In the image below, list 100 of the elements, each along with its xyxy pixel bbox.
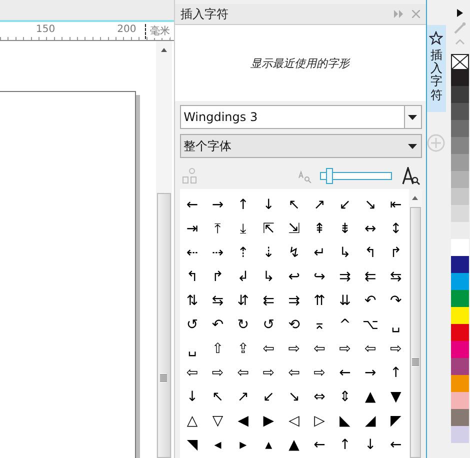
glyph-cell[interactable]: ⇦: [230, 361, 256, 385]
scroll-thumb[interactable]: [410, 207, 421, 458]
glyph-cell[interactable]: ↗: [306, 193, 332, 217]
glyph-cell[interactable]: ↘: [281, 385, 307, 409]
glyph-cell[interactable]: ↙: [332, 193, 358, 217]
scroll-thumb[interactable]: [156, 193, 171, 458]
glyph-cell[interactable]: ⇨: [281, 337, 307, 361]
glyph-cell[interactable]: ◤: [383, 409, 409, 433]
color-swatch[interactable]: [450, 375, 469, 392]
glyph-cell[interactable]: ←: [383, 433, 409, 457]
slider-thumb[interactable]: [326, 168, 333, 184]
glyph-cell[interactable]: ⇇: [358, 265, 384, 289]
subset-dropdown[interactable]: 整个字体: [180, 134, 422, 158]
double-arrow-icon[interactable]: [394, 10, 404, 18]
glyph-cell[interactable]: ⇦: [306, 337, 332, 361]
color-swatch[interactable]: [450, 239, 469, 256]
glyph-scrollbar[interactable]: [408, 189, 422, 458]
glyph-cell[interactable]: ⇤: [383, 193, 409, 217]
glyph-cell[interactable]: ↖: [281, 193, 307, 217]
glyph-cell[interactable]: ⇞: [306, 217, 332, 241]
glyph-cell[interactable]: ↱: [383, 241, 409, 265]
glyph-cell[interactable]: ▼: [383, 385, 409, 409]
glyph-cell[interactable]: ↳: [332, 241, 358, 265]
glyph-cell[interactable]: ↓: [180, 385, 205, 409]
color-swatch[interactable]: [450, 154, 469, 171]
glyph-layout-icon[interactable]: [182, 168, 198, 184]
color-swatch[interactable]: [450, 188, 469, 205]
add-icon[interactable]: [427, 134, 446, 152]
glyph-cell[interactable]: ⌥: [358, 313, 384, 337]
glyph-cell[interactable]: ⇆: [205, 289, 230, 313]
glyph-cell[interactable]: →: [358, 361, 384, 385]
glyph-cell[interactable]: ⇦: [358, 337, 384, 361]
glyph-cell[interactable]: ↻: [230, 313, 256, 337]
glyph-cell[interactable]: ↶: [358, 289, 384, 313]
color-swatch[interactable]: [450, 171, 469, 188]
glyph-cell[interactable]: ↺: [256, 313, 282, 337]
glyph-cell[interactable]: ▲: [358, 385, 384, 409]
color-swatch[interactable]: [450, 392, 469, 409]
glyph-cell[interactable]: ⇦: [180, 361, 205, 385]
glyph-cell[interactable]: →: [205, 193, 230, 217]
color-swatch[interactable]: [450, 358, 469, 375]
glyph-cell[interactable]: ↰: [358, 241, 384, 265]
glyph-cell[interactable]: ↘: [358, 193, 384, 217]
glyph-cell[interactable]: ↑: [383, 361, 409, 385]
dropdown-arrow-icon[interactable]: [408, 114, 418, 120]
zoom-in-icon[interactable]: [402, 167, 420, 185]
glyph-cell[interactable]: ◁: [281, 409, 307, 433]
glyph-cell[interactable]: ↗: [230, 385, 256, 409]
glyph-cell[interactable]: ⇠: [180, 241, 205, 265]
glyph-cell[interactable]: ⇨: [306, 361, 332, 385]
glyph-cell[interactable]: ⇆: [383, 265, 409, 289]
glyph-cell[interactable]: ^: [332, 313, 358, 337]
color-swatch[interactable]: [450, 86, 469, 103]
glyph-cell[interactable]: ⇨: [383, 337, 409, 361]
color-swatch[interactable]: [450, 103, 469, 120]
glyph-cell[interactable]: ↶: [205, 313, 230, 337]
glyph-cell[interactable]: ⇲: [281, 217, 307, 241]
color-swatch[interactable]: [450, 307, 469, 324]
glyph-cell[interactable]: ↺: [180, 313, 205, 337]
glyph-cell[interactable]: ⇔: [306, 385, 332, 409]
glyph-cell[interactable]: ▶: [256, 409, 282, 433]
glyph-cell[interactable]: ⇵: [230, 289, 256, 313]
glyph-cell[interactable]: ⤒: [205, 217, 230, 241]
glyph-cell[interactable]: ◂: [205, 433, 230, 457]
glyph-cell[interactable]: ↓: [358, 433, 384, 457]
glyph-cell[interactable]: ←: [332, 361, 358, 385]
glyph-cell[interactable]: ↱: [205, 265, 230, 289]
glyph-cell[interactable]: ↯: [281, 241, 307, 265]
glyph-cell[interactable]: ⇇: [256, 289, 282, 313]
glyph-cell[interactable]: ⇧: [205, 337, 230, 361]
glyph-cell[interactable]: ↷: [383, 289, 409, 313]
glyph-cell[interactable]: ⇕: [332, 385, 358, 409]
glyph-cell[interactable]: ⇈: [306, 289, 332, 313]
no-color-swatch[interactable]: [450, 54, 469, 70]
glyph-cell[interactable]: ⇉: [332, 265, 358, 289]
glyph-cell[interactable]: ↕: [383, 217, 409, 241]
glyph-cell[interactable]: ⇥: [180, 217, 205, 241]
glyph-cell[interactable]: ⇨: [256, 361, 282, 385]
color-swatch[interactable]: [450, 69, 469, 86]
glyph-cell[interactable]: ⇟: [332, 217, 358, 241]
font-dropdown[interactable]: Wingdings 3: [180, 105, 422, 129]
glyph-cell[interactable]: ␣: [180, 337, 205, 361]
close-icon[interactable]: [412, 10, 420, 18]
color-swatch[interactable]: [450, 409, 469, 426]
glyph-cell[interactable]: ⟲: [281, 313, 307, 337]
glyph-cell[interactable]: ↙: [256, 385, 282, 409]
glyph-cell[interactable]: ⇦: [256, 337, 282, 361]
vertical-scrollbar[interactable]: [156, 41, 172, 458]
color-swatch[interactable]: [450, 137, 469, 154]
glyph-cell[interactable]: ⇣: [256, 241, 282, 265]
glyph-cell[interactable]: ⌅: [306, 313, 332, 337]
color-swatch[interactable]: [450, 120, 469, 137]
glyph-cell[interactable]: ◀: [230, 409, 256, 433]
glyph-cell[interactable]: ⤓: [230, 217, 256, 241]
color-swatch[interactable]: [450, 426, 469, 443]
glyph-cell[interactable]: ↓: [256, 193, 282, 217]
glyph-cell[interactable]: ▽: [205, 409, 230, 433]
glyph-cell[interactable]: ↑: [332, 433, 358, 457]
glyph-cell[interactable]: ▸: [230, 433, 256, 457]
glyph-cell[interactable]: ↩: [281, 265, 307, 289]
